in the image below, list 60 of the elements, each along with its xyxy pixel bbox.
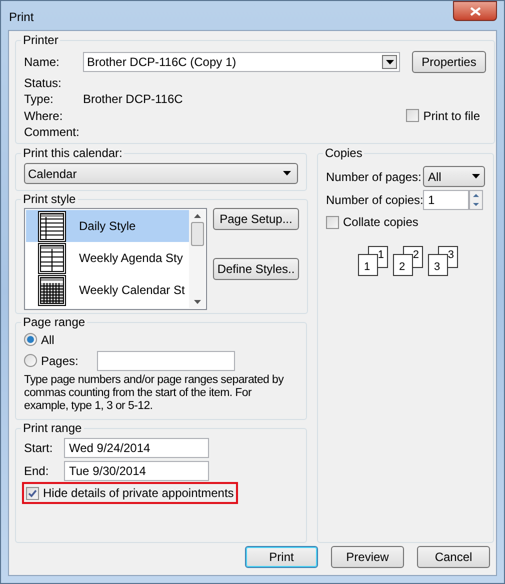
info-label: Comment:	[24, 124, 80, 142]
dialog-button[interactable]: Print	[245, 546, 318, 568]
spin-down-icon[interactable]	[473, 202, 479, 206]
group-title: Copies	[324, 146, 364, 160]
scroll-down-icon[interactable]	[194, 300, 200, 304]
dialog-button[interactable]: Preview	[331, 546, 404, 568]
dropdown-arrow-icon	[472, 174, 480, 179]
radio-label: All	[41, 332, 56, 348]
scrollbar[interactable]	[189, 210, 205, 308]
close-button[interactable]	[453, 1, 497, 21]
field-label: Number of copies:	[326, 192, 423, 208]
info-label: Where:	[24, 108, 64, 125]
info-value: Brother DCP-116C	[83, 91, 183, 108]
page-sheet: 2	[393, 254, 413, 276]
group-title: Printer	[22, 33, 60, 47]
radio-button[interactable]	[24, 333, 37, 346]
info-label: Type:	[24, 91, 54, 108]
scroll-up-icon[interactable]	[194, 214, 200, 218]
group-title: Print range	[22, 421, 83, 435]
spin-buttons[interactable]	[469, 190, 483, 210]
close-icon	[470, 6, 480, 16]
start-date-field[interactable]: Wed 9/24/2014	[64, 438, 209, 458]
checkbox-label: Print to file	[423, 108, 480, 125]
group-title: Print style	[22, 192, 77, 206]
checkbox[interactable]: Print to file	[406, 108, 480, 124]
dialog-button[interactable]: Page Setup...	[213, 208, 299, 230]
field-label: End:	[24, 462, 50, 480]
style-list-item[interactable]: Daily Style	[26, 210, 189, 242]
group-title: Print this calendar:	[22, 146, 124, 160]
checkbox-label: Collate copies	[343, 214, 418, 231]
page-layout-icon	[38, 274, 66, 306]
page-layout-icon	[38, 210, 66, 242]
printer-dropdown[interactable]: Brother DCP-116C (Copy 1)	[83, 52, 400, 72]
end-date-field[interactable]: Tue 9/30/2014	[64, 460, 209, 480]
dropdown-arrow-icon	[283, 171, 291, 176]
radio-button[interactable]	[24, 354, 37, 367]
dialog-button[interactable]: Cancel	[417, 546, 490, 568]
dropdown-arrow-icon	[386, 60, 394, 64]
dialog-button[interactable]: Define Styles..	[213, 258, 299, 280]
calendar-dropdown[interactable]: Calendar	[24, 163, 298, 184]
copies-field[interactable]: 1	[423, 190, 469, 210]
info-label: Status:	[24, 74, 62, 92]
dialog-button[interactable]: Properties	[412, 51, 486, 73]
scroll-thumb[interactable]	[190, 222, 204, 246]
radio-label: Pages:	[41, 352, 80, 370]
style-list[interactable]: Daily Style Weekly Agenda Sty Weekly Calendar St	[24, 208, 207, 310]
page-range-hint: Type page numbers and/or page ranges separated by commas counting from the start of the item. For example, type 1, 3 or 5-12.	[24, 374, 285, 413]
pages-dropdown[interactable]: All	[423, 166, 485, 187]
pages-field[interactable]	[97, 350, 235, 370]
page-sheet: 1	[358, 254, 378, 276]
checkmark-icon	[28, 488, 37, 498]
page-sheet: 3	[428, 254, 448, 276]
page-layout-icon	[38, 242, 66, 274]
field-label: Name:	[24, 54, 60, 71]
field-label: Start:	[24, 440, 54, 456]
checkbox[interactable]: Collate copies	[326, 214, 485, 230]
group-title: Page range	[22, 315, 86, 329]
window-title: Print	[9, 9, 34, 26]
spin-up-icon[interactable]	[473, 194, 479, 196]
field-label: Number of pages:	[326, 168, 422, 186]
